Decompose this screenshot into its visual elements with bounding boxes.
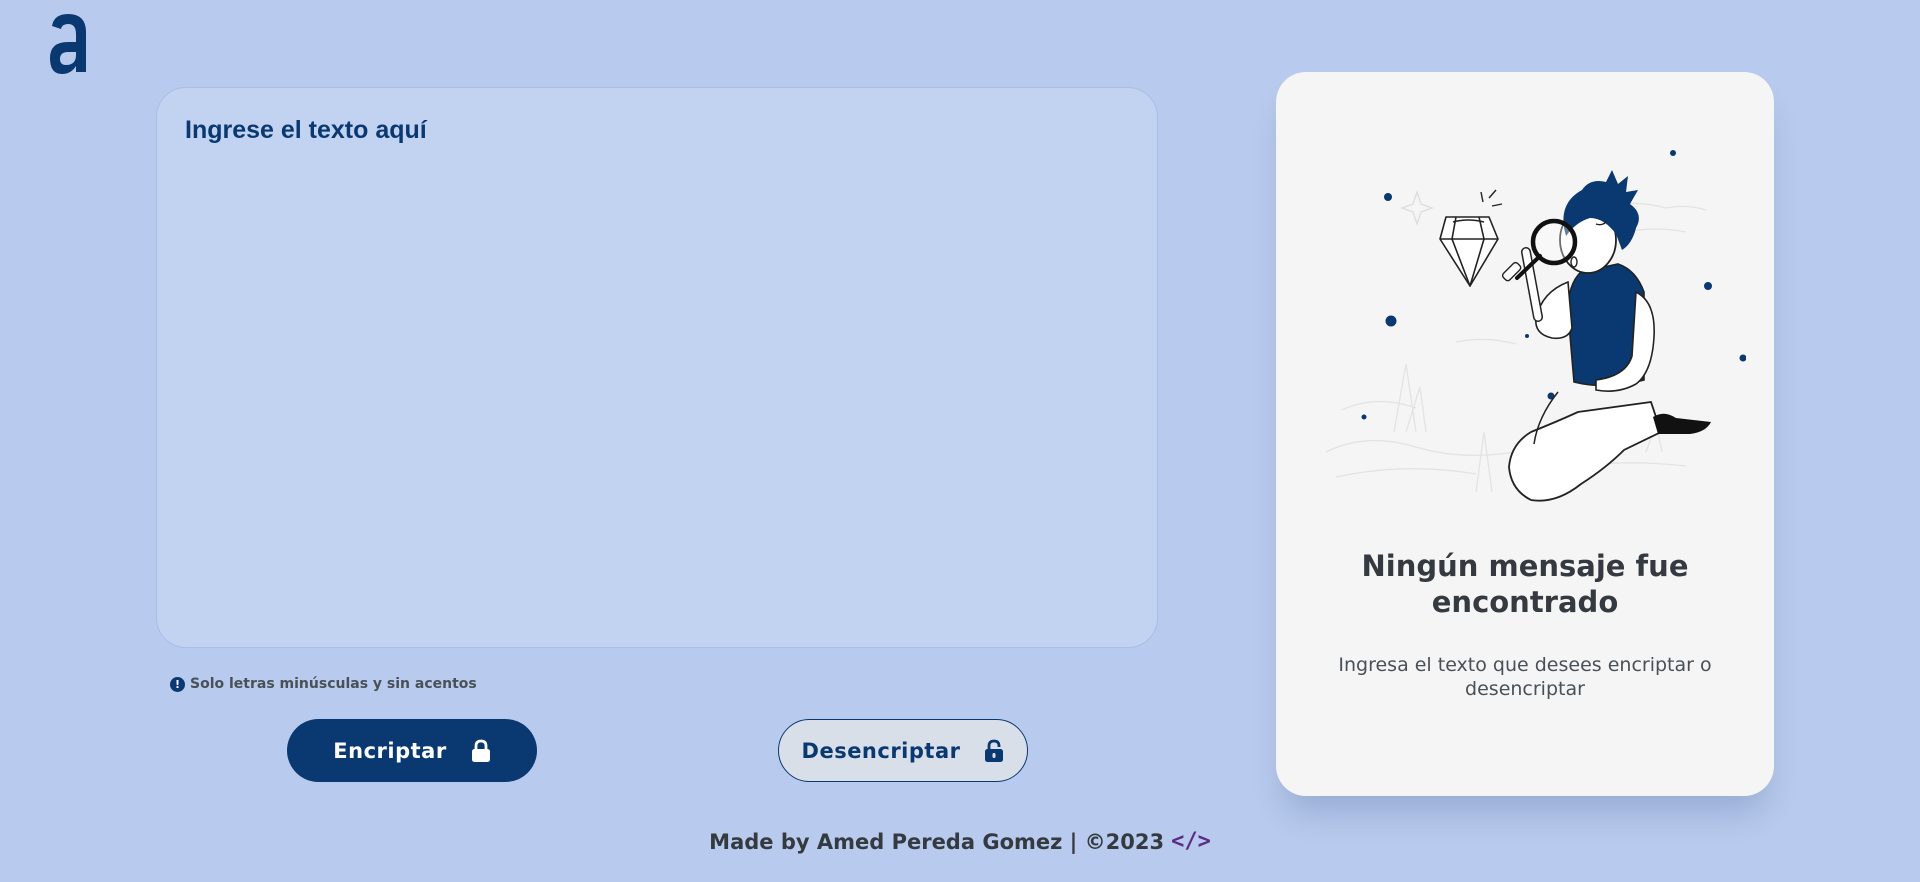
code-icon[interactable]: </> xyxy=(1171,829,1211,854)
encrypt-label: Encriptar xyxy=(333,738,447,763)
result-title: Ningún mensaje fue encontrado xyxy=(1361,549,1689,619)
unlock-icon xyxy=(985,739,1004,762)
text-input[interactable] xyxy=(157,88,1157,647)
exclamation-circle-icon: ! xyxy=(170,676,185,692)
hint-text: Solo letras minúsculas y sin acentos xyxy=(190,676,477,692)
footer-text: Made by Amed Pereda Gomez | ©2023 xyxy=(709,829,1165,854)
encrypt-button[interactable]: Encriptar xyxy=(287,719,537,782)
result-description: Ingresa el texto que desees encriptar o … xyxy=(1338,654,1712,700)
boy-with-magnifying-glass-illustration xyxy=(1325,150,1746,502)
footer: Made by Amed Pereda Gomez | ©2023 </> xyxy=(0,829,1920,854)
alura-logo-icon[interactable] xyxy=(46,12,92,76)
result-card: Ningún mensaje fue encontrado Ingresa el… xyxy=(1276,72,1774,796)
decrypt-button[interactable]: Desencriptar xyxy=(778,719,1028,782)
text-input-container xyxy=(156,87,1158,648)
decrypt-label: Desencriptar xyxy=(801,738,961,763)
lock-icon xyxy=(471,739,490,762)
input-hint: ! Solo letras minúsculas y sin acentos xyxy=(170,675,477,693)
